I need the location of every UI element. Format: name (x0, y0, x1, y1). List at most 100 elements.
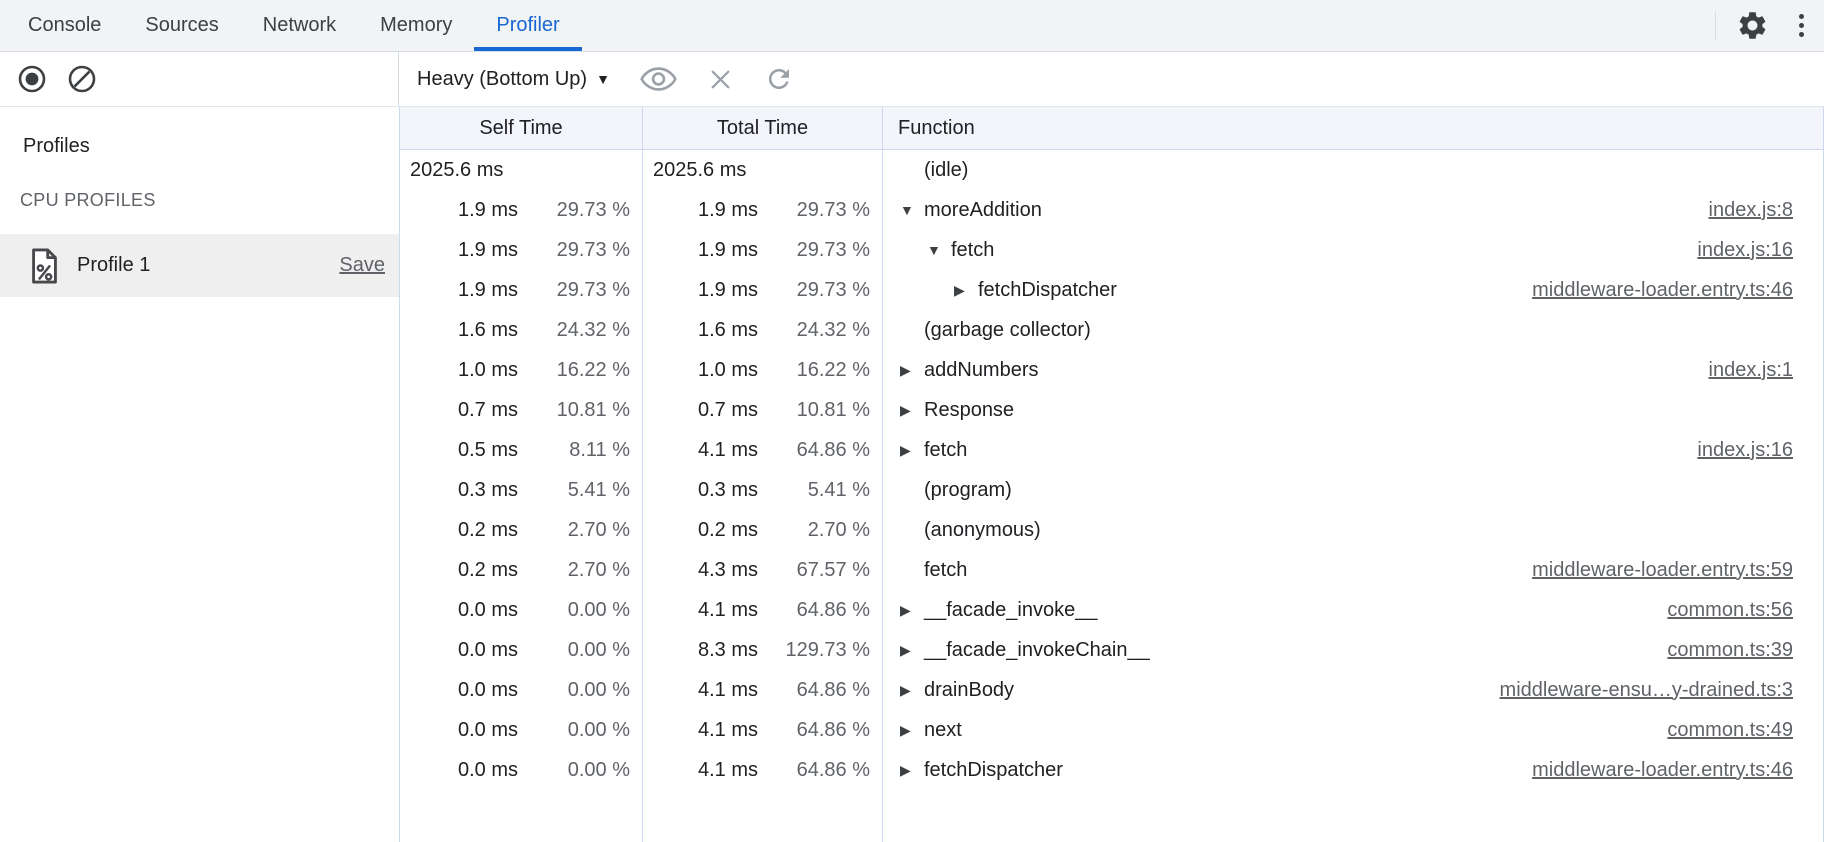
self-time-ms: 0.2 ms (400, 559, 518, 582)
self-time-ms: 0.0 ms (400, 639, 518, 662)
source-location-link[interactable]: middleware-loader.entry.ts:59 (1532, 559, 1793, 582)
profile-table-row[interactable]: 0.0 ms 0.00 % 4.1 ms 64.86 % ▶ __facade_… (400, 590, 1823, 630)
total-time-percent: 64.86 % (758, 599, 870, 622)
source-location-link[interactable]: index.js:8 (1709, 199, 1794, 222)
self-time-percent: 0.00 % (518, 679, 630, 702)
source-location-link[interactable]: common.ts:49 (1667, 719, 1793, 742)
profile-table-row[interactable]: 1.9 ms 29.73 % 1.9 ms 29.73 % ▼ moreAddi… (400, 190, 1823, 230)
function-name: Response (924, 399, 1014, 422)
view-mode-select[interactable]: Heavy (Bottom Up) ▼ (417, 68, 610, 91)
source-location-link[interactable]: common.ts:39 (1667, 639, 1793, 662)
tab-network[interactable]: Network (241, 0, 358, 51)
grid-header-row: Self Time Total Time Function (400, 107, 1823, 150)
tree-toggle-icon[interactable]: ▼ (927, 242, 951, 258)
self-time-percent: 10.81 % (518, 399, 630, 422)
settings-gear-icon[interactable] (1736, 9, 1769, 42)
self-time-cell: 0.7 ms 10.81 % (400, 390, 643, 430)
sidebar-heading: Profiles (23, 135, 399, 158)
profile-table-row[interactable]: 0.5 ms 8.11 % 4.1 ms 64.86 % ▶ fetch ind… (400, 430, 1823, 470)
self-time-ms: 2025.6 ms (410, 159, 503, 182)
tree-toggle-icon[interactable]: ▶ (900, 682, 924, 699)
source-location-link[interactable]: middleware-ensu…y-drained.ts:3 (1500, 679, 1793, 702)
self-time-percent: 29.73 % (518, 279, 630, 302)
function-name: next (924, 719, 962, 742)
function-name: drainBody (924, 679, 1014, 702)
total-time-cell: 8.3 ms 129.73 % (643, 630, 883, 670)
source-location-link[interactable]: middleware-loader.entry.ts:46 (1532, 759, 1793, 782)
tree-toggle-icon[interactable]: ▶ (900, 362, 924, 379)
profile-table-row[interactable]: 0.7 ms 10.81 % 0.7 ms 10.81 % ▶ Response (400, 390, 1823, 430)
profile-table-row[interactable]: 1.9 ms 29.73 % 1.9 ms 29.73 % ▼ fetch in… (400, 230, 1823, 270)
tree-toggle-icon[interactable]: ▶ (900, 762, 924, 779)
profile-list-item[interactable]: Profile 1 Save (0, 234, 399, 297)
total-time-ms: 4.1 ms (643, 439, 758, 462)
profile-table-row[interactable]: 1.9 ms 29.73 % 1.9 ms 29.73 % ▶ fetchDis… (400, 270, 1823, 310)
clear-profiles-icon[interactable] (66, 63, 98, 95)
tab-profiler[interactable]: Profiler (474, 0, 581, 51)
tab-sources[interactable]: Sources (123, 0, 240, 51)
tree-toggle-icon[interactable]: ▼ (900, 202, 924, 218)
profile-table-row[interactable]: 0.0 ms 0.00 % 4.1 ms 64.86 % ▶ next comm… (400, 710, 1823, 750)
total-time-percent: 10.81 % (758, 399, 870, 422)
total-time-ms: 0.7 ms (643, 399, 758, 422)
column-header-function[interactable]: Function (883, 107, 1823, 149)
overflow-menu-icon[interactable] (1795, 10, 1808, 41)
tree-toggle-icon[interactable]: ▶ (900, 442, 924, 459)
function-name: (program) (924, 479, 1012, 502)
profile-table-row[interactable]: 0.2 ms 2.70 % 4.3 ms 67.57 % fetch middl… (400, 550, 1823, 590)
tree-toggle-icon[interactable]: ▶ (900, 642, 924, 659)
total-time-cell: 4.1 ms 64.86 % (643, 710, 883, 750)
total-time-ms: 4.1 ms (643, 599, 758, 622)
profile-table-row[interactable]: 0.0 ms 0.00 % 8.3 ms 129.73 % ▶ __facade… (400, 630, 1823, 670)
total-time-ms: 1.9 ms (643, 239, 758, 262)
function-cell: (anonymous) (883, 510, 1823, 550)
profile-table-row[interactable]: 0.3 ms 5.41 % 0.3 ms 5.41 % (program) (400, 470, 1823, 510)
profile-table-row[interactable]: 2025.6 ms 2025.6 ms (idle) (400, 150, 1823, 190)
function-name: __facade_invoke__ (924, 599, 1097, 622)
record-profile-icon[interactable] (16, 63, 48, 95)
source-location-link[interactable]: index.js:16 (1697, 439, 1793, 462)
source-location-link[interactable]: middleware-loader.entry.ts:46 (1532, 279, 1793, 302)
tab-console[interactable]: Console (6, 0, 123, 51)
function-name: fetch (924, 439, 967, 462)
self-time-percent: 0.00 % (518, 599, 630, 622)
profile-table-row[interactable]: 1.0 ms 16.22 % 1.0 ms 16.22 % ▶ addNumbe… (400, 350, 1823, 390)
exclude-function-close-icon[interactable] (707, 66, 734, 93)
profile-table-row[interactable]: 0.0 ms 0.00 % 4.1 ms 64.86 % ▶ fetchDisp… (400, 750, 1823, 790)
focus-function-eye-icon[interactable] (640, 66, 677, 92)
function-cell: (idle) (883, 150, 1823, 190)
source-location-link[interactable]: index.js:16 (1697, 239, 1793, 262)
tab-memory[interactable]: Memory (358, 0, 474, 51)
profile-data-grid: Self Time Total Time Function 2025.6 ms … (399, 107, 1824, 842)
tree-toggle-icon[interactable]: ▶ (900, 602, 924, 619)
self-time-percent: 0.00 % (518, 759, 630, 782)
function-cell: (garbage collector) (883, 310, 1823, 350)
tree-toggle-icon[interactable]: ▶ (900, 402, 924, 419)
self-time-ms: 1.6 ms (400, 319, 518, 342)
total-time-cell: 1.6 ms 24.32 % (643, 310, 883, 350)
profile-table-row[interactable]: 1.6 ms 24.32 % 1.6 ms 24.32 % (garbage c… (400, 310, 1823, 350)
total-time-percent: 24.32 % (758, 319, 870, 342)
source-location-link[interactable]: index.js:1 (1709, 359, 1794, 382)
tree-toggle-icon[interactable]: ▶ (900, 722, 924, 739)
tree-toggle-icon[interactable]: ▶ (954, 282, 978, 299)
column-header-self-time[interactable]: Self Time (400, 107, 643, 149)
total-time-ms: 0.3 ms (643, 479, 758, 502)
self-time-cell: 0.2 ms 2.70 % (400, 510, 643, 550)
function-cell: ▼ moreAddition index.js:8 (883, 190, 1823, 230)
restore-refresh-icon[interactable] (764, 64, 794, 94)
total-time-percent: 64.86 % (758, 719, 870, 742)
profile-table-row[interactable]: 0.2 ms 2.70 % 0.2 ms 2.70 % (anonymous) (400, 510, 1823, 550)
self-time-ms: 0.7 ms (400, 399, 518, 422)
column-header-total-time[interactable]: Total Time (643, 107, 883, 149)
profile-table-row[interactable]: 0.0 ms 0.00 % 4.1 ms 64.86 % ▶ drainBody… (400, 670, 1823, 710)
total-time-cell: 4.1 ms 64.86 % (643, 430, 883, 470)
function-cell: ▶ addNumbers index.js:1 (883, 350, 1823, 390)
total-time-percent: 129.73 % (758, 639, 870, 662)
source-location-link[interactable]: common.ts:56 (1667, 599, 1793, 622)
save-profile-link[interactable]: Save (339, 254, 385, 277)
self-time-cell: 1.0 ms 16.22 % (400, 350, 643, 390)
total-time-percent: 29.73 % (758, 239, 870, 262)
function-cell: ▶ __facade_invoke__ common.ts:56 (883, 590, 1823, 630)
cpu-profiles-section-label: CPU PROFILES (20, 190, 399, 211)
